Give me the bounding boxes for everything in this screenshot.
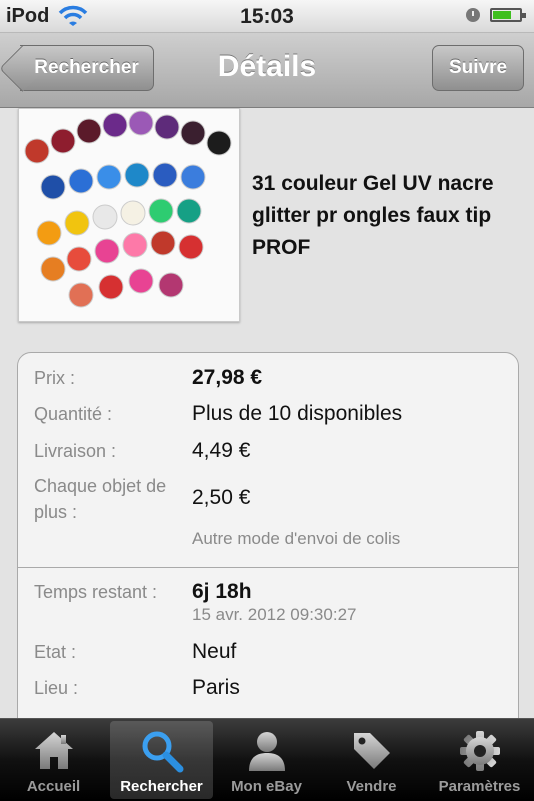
follow-button[interactable]: Suivre [432,45,524,91]
end-date: 15 avr. 2012 09:30:27 [192,605,357,624]
tab-label: Accueil [26,778,81,795]
tab-accueil[interactable]: Accueil [2,721,105,799]
tab-mon-ebay[interactable]: Mon eBay [215,721,318,799]
status-time: 15:03 [240,5,294,28]
alarm-clock-icon [466,8,480,22]
search-icon [142,731,183,773]
item-details-panel: Prix : 27,98 € Quantité : Plus de 10 dis… [17,352,519,720]
gear-icon [459,731,500,771]
tab-label: Rechercher [120,778,203,795]
details-divider [18,567,518,568]
shipping-label: Livraison : [34,441,117,461]
extra-item-label: Chaque objet de plus : [34,476,167,522]
location-label: Lieu : [34,678,79,698]
tab-label: Paramètres [438,778,521,795]
tab-label: Mon eBay [231,778,302,795]
quantity-label: Quantité : [34,404,113,424]
condition-value: Neuf [192,640,237,663]
condition-label: Etat : [34,642,77,662]
time-left-label: Temps restant : [34,582,158,602]
price-value: 27,98 € [192,366,263,389]
tab-bar: Accueil Rechercher Mon eBay Vendre Param… [0,718,534,801]
tab-vendre[interactable]: Vendre [320,721,423,799]
navigation-bar: Rechercher Détails Suivre [0,33,534,108]
shipping-value: 4,49 € [192,439,251,462]
person-icon [248,732,285,771]
item-details-content[interactable]: 31 couleur Gel UV nacre glitter pr ongle… [0,108,534,720]
tab-parametres[interactable]: Paramètres [428,721,531,799]
price-label: Prix : [34,368,76,388]
product-image[interactable] [18,108,240,322]
status-bar: iPod 15:03 [0,0,534,33]
battery-icon [490,8,526,22]
tab-label: Vendre [346,778,397,795]
extra-item-value: 2,50 € [192,486,251,509]
time-left-value: 6j 18h [192,580,252,603]
quantity-value: Plus de 10 disponibles [192,402,403,425]
gel-pots-illustration [19,109,239,321]
home-icon [34,732,73,769]
location-value: Paris [192,676,240,699]
tag-icon [353,733,390,769]
tab-rechercher[interactable]: Rechercher [110,721,213,799]
product-title: 31 couleur Gel UV nacre glitter pr ongle… [252,172,494,259]
other-shipping-link[interactable]: Autre mode d'envoi de colis [192,529,400,549]
